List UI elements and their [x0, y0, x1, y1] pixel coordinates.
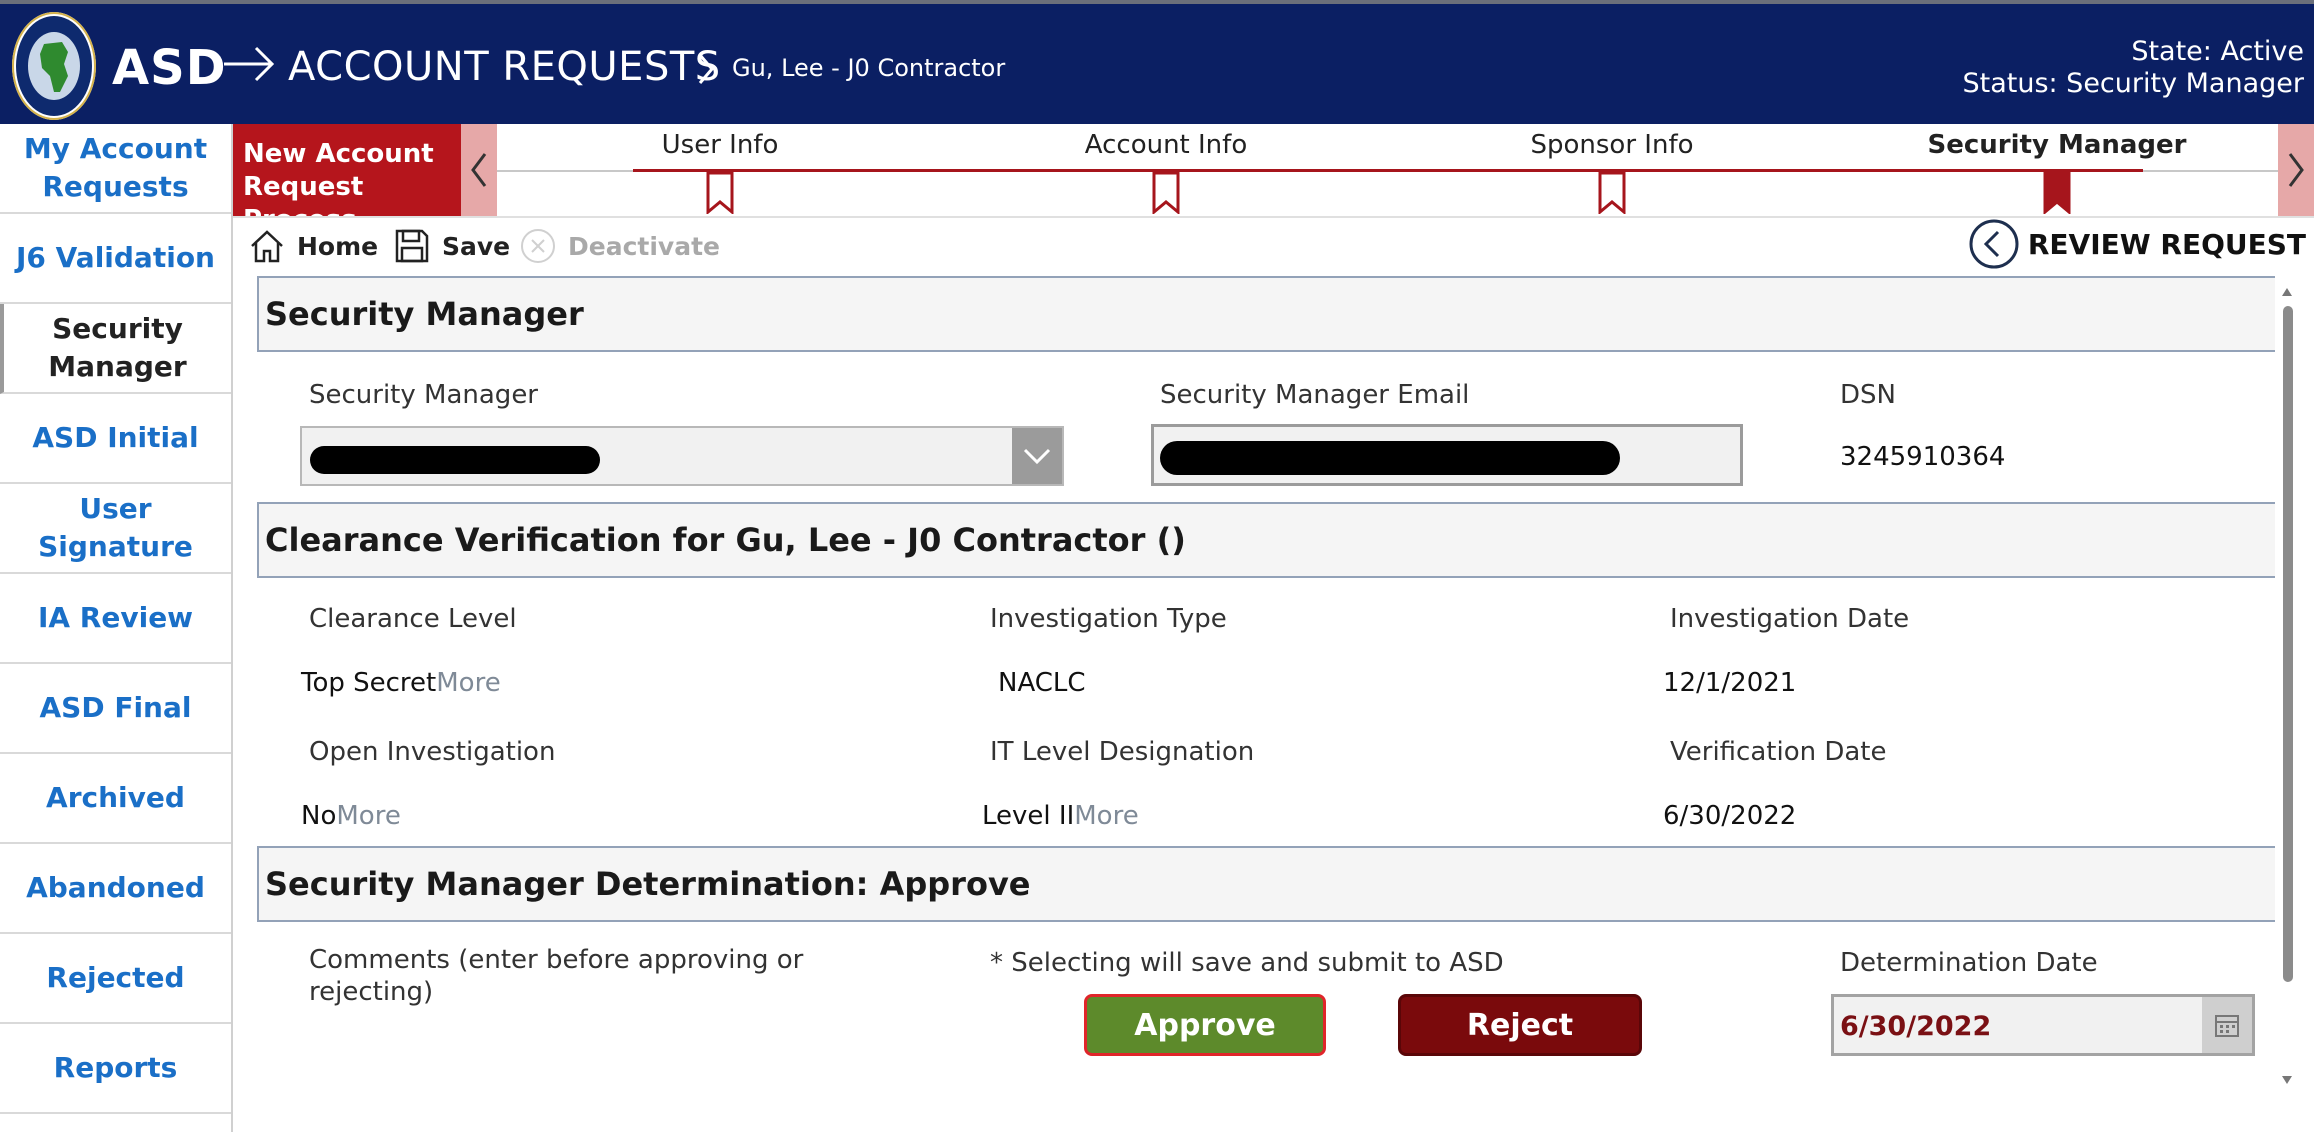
it-level-label: IT Level Designation	[990, 737, 1255, 767]
sidebar-item-ia-review[interactable]: IA Review	[0, 574, 231, 664]
chevron-down-icon	[1023, 448, 1051, 465]
record-name: Gu, Lee - J0 Contractor	[732, 54, 1006, 82]
process-progress	[633, 169, 2143, 172]
sidebar-item-asd-initial[interactable]: ASD Initial	[0, 394, 231, 484]
determination-section-header: Security Manager Determination: Approve	[257, 846, 2275, 922]
close-circle-icon	[521, 229, 555, 263]
verification-date-label: Verification Date	[1670, 737, 1887, 767]
step-account-info[interactable]: Account Info	[1085, 130, 1247, 160]
arrow-right-icon	[224, 46, 275, 82]
security-manager-email-field[interactable]	[1151, 424, 1743, 486]
redacted-value	[310, 446, 600, 474]
sidebar-item-my-account-requests[interactable]: My Account Requests	[0, 124, 231, 214]
open-investigation-label: Open Investigation	[309, 737, 556, 767]
clearance-section-header: Clearance Verification for Gu, Lee - J0 …	[257, 502, 2275, 578]
step-sponsor-info[interactable]: Sponsor Info	[1530, 130, 1693, 160]
scrollbar-thumb[interactable]	[2283, 306, 2293, 982]
security-manager-section-header: Security Manager	[257, 276, 2275, 352]
it-level-more-link[interactable]: More	[1074, 801, 1138, 831]
bookmark-outline-icon[interactable]	[1151, 172, 1181, 214]
submit-note: * Selecting will save and submit to ASD	[990, 948, 1504, 978]
chevron-left-icon	[471, 153, 487, 187]
sidebar-item-asd-final[interactable]: ASD Final	[0, 664, 231, 754]
deactivate-button[interactable]: Deactivate	[518, 224, 720, 268]
save-button[interactable]: Save	[392, 224, 510, 268]
dropdown-toggle[interactable]	[1012, 428, 1062, 484]
deactivate-label: Deactivate	[568, 231, 720, 261]
record-status: Status: Security Manager	[1962, 68, 2304, 99]
step-security-manager[interactable]: Security Manager	[1928, 130, 2187, 160]
back-circle-icon	[1969, 219, 2019, 269]
bookmark-outline-icon[interactable]	[1597, 172, 1627, 214]
app-name[interactable]: ASD	[112, 40, 227, 96]
comments-label: Comments (enter before approving or reje…	[309, 945, 804, 1007]
home-button[interactable]: Home	[247, 224, 378, 268]
process-next-button[interactable]	[2278, 124, 2314, 216]
sidebar-item-rejected[interactable]: Rejected	[0, 934, 231, 1024]
investigation-date-label: Investigation Date	[1670, 604, 1910, 634]
africom-seal-logo	[12, 12, 96, 120]
open-investigation-value: NoMore	[301, 801, 401, 831]
sidebar-item-archived[interactable]: Archived	[0, 754, 231, 844]
home-label: Home	[297, 231, 379, 261]
sidebar-item-j6-validation[interactable]: J6 Validation	[0, 214, 231, 304]
determination-date-picker[interactable]: 6/30/2022	[1831, 994, 2255, 1056]
app-header: ASD ACCOUNT REQUESTS Gu, Lee - J0 Contra…	[0, 0, 2314, 124]
it-level-text: Level II	[982, 801, 1075, 831]
chevron-right-icon	[698, 54, 714, 84]
investigation-type-label: Investigation Type	[990, 604, 1227, 634]
save-icon	[395, 229, 429, 263]
open-investigation-more-link[interactable]: More	[336, 801, 400, 831]
security-manager-dropdown[interactable]	[300, 426, 1064, 486]
section-title[interactable]: ACCOUNT REQUESTS	[288, 44, 721, 90]
verification-date-value: 6/30/2022	[1663, 801, 1797, 831]
step-user-info[interactable]: User Info	[662, 130, 779, 160]
clearance-level-value: Top SecretMore	[301, 668, 501, 698]
investigation-date-value: 12/1/2021	[1663, 668, 1797, 698]
sidebar-item-reports[interactable]: Reports	[0, 1024, 231, 1114]
clearance-level-label: Clearance Level	[309, 604, 517, 634]
record-state: State: Active	[2131, 36, 2304, 67]
chevron-right-icon	[2288, 153, 2304, 187]
clearance-level-more-link[interactable]: More	[436, 668, 500, 698]
investigation-type-value: NACLC	[998, 668, 1086, 698]
security-manager-label: Security Manager	[309, 380, 538, 410]
dsn-label: DSN	[1840, 380, 1896, 410]
approve-button[interactable]: Approve	[1084, 994, 1326, 1056]
bookmark-filled-icon[interactable]	[2042, 172, 2072, 214]
review-request-label: REVIEW REQUEST	[2027, 227, 2306, 261]
bookmark-outline-icon[interactable]	[705, 172, 735, 214]
process-title: New Account Request Process	[233, 124, 461, 235]
calendar-button[interactable]	[2202, 997, 2252, 1053]
security-manager-email-label: Security Manager Email	[1160, 380, 1470, 410]
home-icon	[251, 230, 283, 263]
sidebar-item-abandoned[interactable]: Abandoned	[0, 844, 231, 934]
sidebar-item-user-signature[interactable]: User Signature	[0, 484, 231, 574]
sidebar-item-security-manager[interactable]: Security Manager	[0, 304, 231, 394]
clearance-level-text: Top Secret	[301, 668, 437, 698]
sidebar-nav: My Account Requests J6 Validation Securi…	[0, 124, 233, 1132]
process-prev-button[interactable]	[461, 124, 497, 216]
app-window: ASD ACCOUNT REQUESTS Gu, Lee - J0 Contra…	[0, 0, 2314, 1132]
review-request-button[interactable]: REVIEW REQUEST	[1968, 218, 2306, 270]
dsn-value: 3245910364	[1840, 442, 2006, 472]
open-investigation-text: No	[301, 801, 337, 831]
it-level-value: Level IIMore	[982, 801, 1139, 831]
reject-button[interactable]: Reject	[1398, 994, 1642, 1056]
redacted-value	[1160, 441, 1620, 475]
save-label: Save	[442, 231, 511, 261]
determination-date-label: Determination Date	[1840, 948, 2098, 978]
calendar-icon	[2215, 1015, 2239, 1037]
determination-date-value: 6/30/2022	[1840, 1011, 1992, 1042]
